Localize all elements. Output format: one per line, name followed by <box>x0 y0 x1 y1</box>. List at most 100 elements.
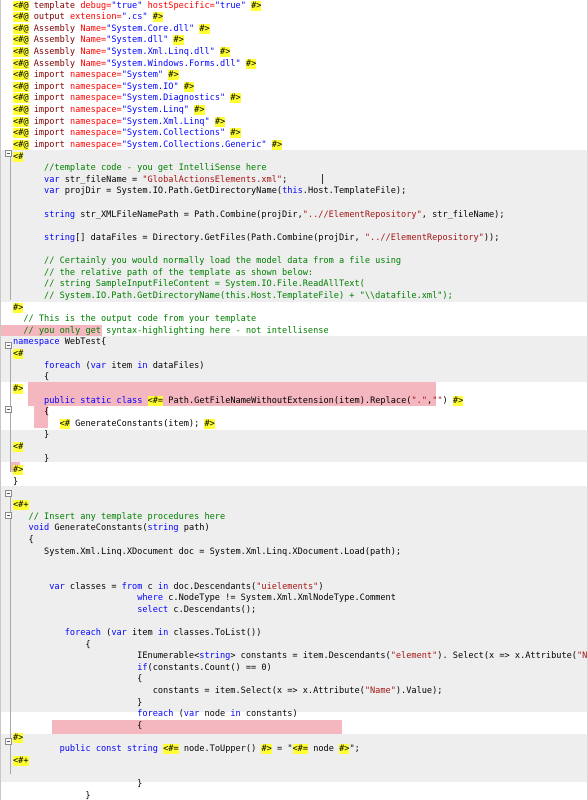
code-line[interactable]: } <box>13 477 18 489</box>
template-delimiter: <#@ <box>13 81 29 92</box>
code-line[interactable]: var classes = from c in doc.Descendants(… <box>13 581 323 594</box>
code-line[interactable]: } <box>13 779 142 791</box>
code-line[interactable]: // Certainly you would normally load the… <box>13 256 401 268</box>
template-delimiter: #> <box>220 46 231 57</box>
code-token: // Insert any template procedures here <box>28 511 226 522</box>
code-line[interactable]: <#@ Assembly Name="System.Core.dll" #> <box>13 23 210 36</box>
code-token: import <box>33 70 65 81</box>
code-line[interactable]: #> <box>13 383 24 396</box>
code-line[interactable]: <# <box>13 442 24 454</box>
collapse-toggle-icon[interactable] <box>5 342 12 349</box>
code-token: (constants.Count() == 0) <box>147 662 272 673</box>
code-line[interactable]: if(constants.Count() == 0) <box>13 663 272 675</box>
code-line[interactable]: <#@ import namespace="System.Collections… <box>13 139 283 152</box>
code-line[interactable]: <#@ Assembly Name="System.Xml.Linq.dll" … <box>13 46 231 59</box>
code-line[interactable]: string str_XMLFileNamePath = Path.Combin… <box>13 210 505 222</box>
code-line[interactable]: <# <box>13 349 24 361</box>
template-delimiter: <#@ <box>13 23 29 34</box>
code-line[interactable]: <#@ import namespace="System.Xml.Linq" #… <box>13 116 226 129</box>
code-line[interactable]: System.Xml.Linq.XDocument doc = System.X… <box>13 547 401 559</box>
code-line[interactable]: <#@ import namespace="System.IO" #> <box>13 81 195 94</box>
code-line[interactable]: { <box>13 372 49 384</box>
code-token: "System.Core.dll" <box>106 23 195 34</box>
code-line[interactable]: <#@ output extension=".cs" #> <box>13 12 164 24</box>
code-token: foreach <box>137 709 174 720</box>
code-line[interactable]: // System.IO.Path.GetDirectoryName(this.… <box>13 291 453 303</box>
code-line[interactable]: // This is the output code from your tem… <box>13 314 256 326</box>
code-token: import <box>33 105 65 116</box>
code-line[interactable]: var projDir = System.IO.Path.GetDirector… <box>13 186 406 198</box>
code-line[interactable]: string[] dataFiles = Directory.GetFiles(… <box>13 233 499 245</box>
code-line[interactable]: { <box>13 640 90 652</box>
code-line[interactable]: #> <box>13 465 24 477</box>
collapse-toggle-icon[interactable] <box>5 490 12 497</box>
collapse-toggle-icon[interactable] <box>5 406 12 413</box>
template-delimiter: #> <box>168 70 179 81</box>
code-token: in <box>157 581 169 592</box>
code-line[interactable]: public static class <#= Path.GetFileName… <box>13 395 464 408</box>
code-editor[interactable]: <#@ template debug="true" hostSpecific="… <box>0 0 588 800</box>
code-line[interactable]: <# <box>13 151 24 164</box>
code-line[interactable]: <#@ Assembly Name="System.Windows.Forms.… <box>13 58 257 71</box>
collapse-toggle-icon[interactable] <box>5 150 12 157</box>
code-line[interactable]: { <box>13 674 142 686</box>
code-token: c <box>142 581 158 592</box>
code-token: { <box>13 674 143 685</box>
code-line[interactable]: where c.NodeType != System.Xml.XmlNodeTy… <box>13 593 396 605</box>
code-token: ).Value); <box>395 686 443 697</box>
code-token: "true" <box>214 0 246 11</box>
code-line[interactable]: <#+ <box>13 755 29 768</box>
code-line[interactable]: foreach (var item in dataFiles) <box>13 361 204 373</box>
code-line[interactable]: constants = item.Select(x => x.Attribute… <box>13 686 443 698</box>
code-token: import <box>33 81 65 92</box>
code-line[interactable]: <#@ template debug="true" hostSpecific="… <box>13 0 262 13</box>
code-line[interactable]: #> <box>13 732 24 745</box>
code-token: string <box>44 209 76 220</box>
code-line[interactable]: } <box>13 454 49 466</box>
code-line[interactable]: } <box>13 430 49 442</box>
code-line[interactable]: IEnumerable<string> constants = item.Des… <box>13 651 588 663</box>
code-line[interactable]: //template code - you get IntelliSense h… <box>13 163 267 175</box>
code-line[interactable]: <#@ Assembly Name="System.dll" #> <box>13 35 184 47</box>
code-line[interactable]: <# GenerateConstants(item); #> <box>13 418 215 431</box>
code-token: var <box>90 360 107 371</box>
code-line[interactable]: // string SampleInputFileContent = Syste… <box>13 279 365 291</box>
code-line[interactable]: // you only get syntax-highlighting here… <box>13 326 328 338</box>
code-token: var <box>44 186 60 197</box>
template-delimiter: #> <box>214 116 226 127</box>
code-line[interactable]: void GenerateConstants(string path) <box>13 523 210 535</box>
code-token: "System.Xml.Linq.dll" <box>106 46 215 57</box>
code-token: //template code - you get IntelliSense h… <box>44 163 267 174</box>
code-line[interactable]: foreach (var node in constants) <box>13 709 297 721</box>
code-token: str_fileName = <box>59 174 143 185</box>
code-line[interactable]: <#@ import namespace="System.Linq" #> <box>13 105 205 117</box>
code-line[interactable]: #> <box>13 302 24 315</box>
code-line[interactable]: var str_fileName = "GlobalActionsElement… <box>13 175 287 187</box>
code-token: doc.Descendants( <box>168 581 257 592</box>
code-line[interactable]: <#@ import namespace="System" #> <box>13 70 179 82</box>
code-line[interactable]: select c.Descendants(); <box>13 605 256 617</box>
code-line[interactable]: // Insert any template procedures here <box>13 511 226 524</box>
collapse-toggle-icon[interactable] <box>5 512 12 519</box>
code-line[interactable]: <#+ <box>13 500 29 512</box>
code-line[interactable]: namespace WebTest{ <box>13 337 106 349</box>
code-line[interactable]: public const string <#= node.ToUpper() #… <box>13 744 360 756</box>
code-line[interactable]: <#@ import namespace="System.Collections… <box>13 128 241 140</box>
collapse-toggle-icon[interactable] <box>5 738 12 745</box>
code-line[interactable]: { <box>13 535 34 547</box>
code-token: "System.Windows.Forms.dll" <box>106 58 241 69</box>
code-line[interactable]: <#@ import namespace="System.Diagnostics… <box>13 93 241 105</box>
code-token: foreach <box>64 627 101 638</box>
code-line[interactable]: } <box>13 791 90 800</box>
code-line[interactable]: // the relative path of the template as … <box>13 268 313 280</box>
code-token: "System.Collections.Generic" <box>121 139 267 150</box>
code-line[interactable]: } <box>13 698 142 710</box>
code-line[interactable]: { <box>13 407 49 419</box>
code-line[interactable]: foreach (var item in classes.ToList()) <box>13 627 262 640</box>
code-token: > constants = item.Descendants( <box>230 651 391 662</box>
code-line[interactable]: { <box>13 721 142 733</box>
